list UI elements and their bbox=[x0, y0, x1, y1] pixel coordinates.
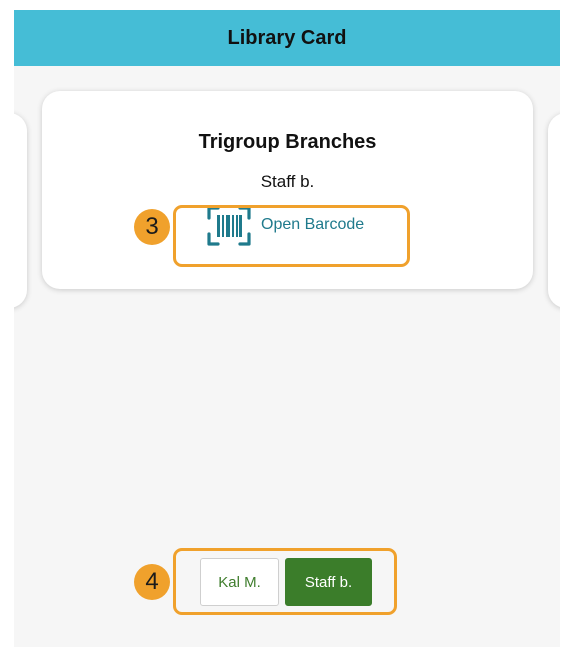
callout-badge-3: 3 bbox=[134, 209, 170, 245]
account-option-staff-selected[interactable]: Staff b. bbox=[285, 558, 372, 606]
library-card-screen: Library Card Trigroup Branches Staff b. bbox=[14, 10, 560, 647]
patron-name: Staff b. bbox=[260, 172, 315, 191]
page-title: Library Card bbox=[227, 26, 347, 49]
previous-card-peek[interactable] bbox=[14, 113, 27, 308]
callout-badge-4: 4 bbox=[134, 564, 170, 600]
callout-highlight-barcode bbox=[173, 205, 410, 267]
app-header: Library Card bbox=[14, 10, 560, 66]
next-card-peek[interactable] bbox=[548, 113, 560, 308]
account-option-kal[interactable]: Kal M. bbox=[200, 558, 279, 606]
branch-name: Trigroup Branches bbox=[198, 131, 377, 153]
